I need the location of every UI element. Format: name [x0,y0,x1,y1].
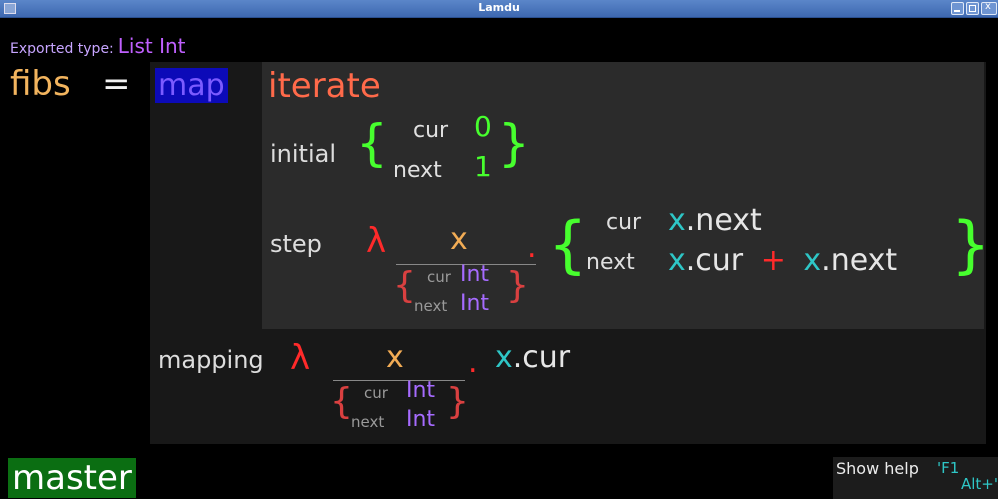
step-type-next-label: next [414,297,448,315]
mapping-arg-label: mapping [158,346,264,374]
close-icon[interactable] [981,2,997,15]
step-body-cur-var[interactable]: x [668,203,686,238]
step-body-cur-field[interactable]: .next [686,203,762,238]
window-title: Lamdu [478,1,520,14]
step-type-next-value: Int [460,291,490,316]
step-body-next-var2[interactable]: x [803,243,821,278]
initial-next-label: next [393,158,442,183]
step-dot: . [527,230,537,265]
mapping-type-next-value: Int [406,407,436,432]
mapping-body-field[interactable]: .cur [513,340,570,375]
exported-type: Exported type: List Int [10,34,186,58]
step-lambda-icon: λ [366,221,387,261]
maximize-icon[interactable] [966,2,979,15]
initial-record-open-brace: { [356,114,388,172]
mapping-type-cur-value: Int [406,378,436,403]
mapping-param[interactable]: x [386,340,404,375]
branch-selector[interactable]: master [8,458,136,498]
initial-next-value[interactable]: 1 [474,150,492,183]
exported-type-value: List Int [117,34,186,58]
step-body-close-brace: } [951,208,991,281]
mapping-param-type-close-brace: } [446,381,469,422]
definition-name[interactable]: fibs [10,64,71,104]
exported-type-label: Exported type: [10,41,114,57]
help-key-alt: Alt+' [961,475,998,493]
step-body-next-field2[interactable]: .next [821,243,897,278]
iterate-function[interactable]: iterate [268,66,381,106]
step-body-next-var1[interactable]: x [668,243,686,278]
map-function[interactable]: map [155,68,228,103]
step-body-cur-label: cur [606,210,642,235]
step-type-cur-label: cur [427,268,451,286]
initial-cur-label: cur [413,118,449,143]
mapping-dot: . [468,345,478,380]
step-param[interactable]: x [450,222,468,257]
mapping-body-expr[interactable]: x.cur [495,340,570,375]
plus-operator[interactable]: + [761,243,786,278]
initial-record-close-brace: } [498,114,530,172]
step-type-cur-value: Int [460,262,490,287]
definition-equals: = [102,64,131,104]
step-param-type-close-brace: } [506,265,529,306]
help-key-f1: 'F1 [937,459,960,477]
step-body-next-expr[interactable]: x.cur + x.next [668,243,897,278]
help-label: Show help [836,459,919,478]
minimize-icon[interactable] [951,2,964,15]
step-body-cur-expr[interactable]: x.next [668,203,762,238]
step-arg-label: step [270,230,322,258]
mapping-param-type-open-brace: { [330,381,353,422]
initial-cur-value[interactable]: 0 [474,110,492,143]
mapping-lambda-icon: λ [290,338,311,378]
mapping-type-next-label: next [351,413,385,431]
initial-arg-label: initial [270,140,336,168]
help-panel[interactable]: Show help 'F1 Alt+' [833,457,998,499]
step-body-next-field1[interactable]: .cur [686,243,743,278]
mapping-body-var[interactable]: x [495,340,513,375]
step-body-next-label: next [586,250,635,275]
step-body-open-brace: { [548,208,588,281]
mapping-type-cur-label: cur [364,384,388,402]
window-titlebar: Lamdu [0,0,998,18]
step-param-type-open-brace: { [393,265,416,306]
